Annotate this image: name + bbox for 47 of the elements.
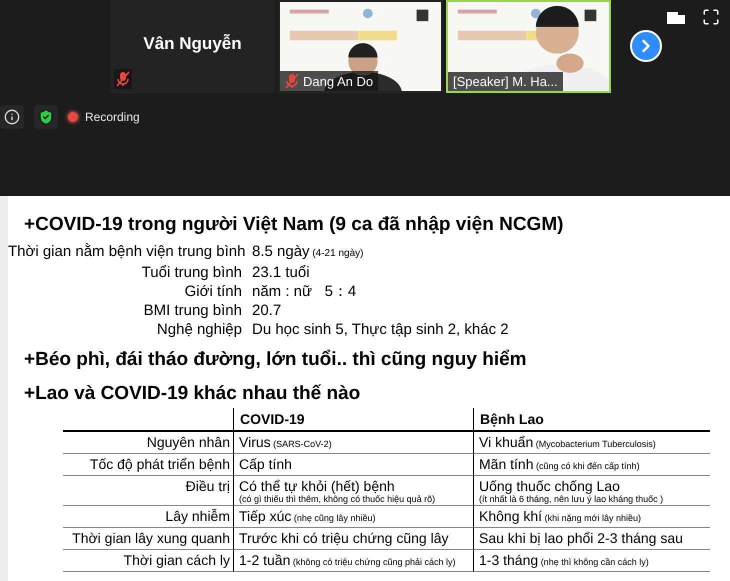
table-cell: Uống thuốc chống Lao (ít nhất là 6 tháng, nên lưu ý lao kháng thuốc ): [473, 476, 710, 506]
recording-label: Recording: [85, 110, 140, 124]
table-cell: 1-3 tháng (nhẹ thì không cần cách ly): [473, 550, 710, 572]
table-cell: Vi khuẩn (Mycobacterium Tuberculosis): [473, 432, 710, 454]
participant-name: [Speaker] M. Ha...: [453, 74, 558, 89]
muted-mic-icon: [116, 71, 130, 87]
row-label: Điều trị: [63, 476, 233, 506]
fullscreen-icon[interactable]: [702, 8, 720, 26]
row-label: Tốc độ phát triển bệnh: [63, 454, 233, 476]
muted-mic-icon: [285, 73, 299, 89]
next-page-button[interactable]: [630, 30, 662, 62]
stat-value: Du học sinh 5, Thực tập sinh 2, khác 2: [252, 320, 510, 339]
row-label: Nguyên nhân: [63, 432, 233, 454]
stat-label: Thời gian nằm bệnh viện trung bình: [8, 242, 242, 262]
table-cell: Có thể tự khỏi (hết) bệnh (có gì thiếu thì thêm, không có thuốc hiệu quả rõ): [233, 476, 473, 506]
table-cell: Trước khi có triệu chứng cũng lây: [233, 528, 473, 550]
table-cell: Tiếp xúc (nhẹ cũng lây nhiều): [233, 506, 473, 528]
security-shield-button[interactable]: [34, 105, 58, 129]
row-label: Thời gian lây xung quanh: [63, 528, 233, 550]
slide-heading: +Béo phì, đái tháo đường, lớn tuổi.. thì cũng nguy hiểm: [24, 349, 528, 371]
info-button[interactable]: [0, 105, 24, 129]
table-cell: Mãn tính (cũng có khi đến cấp tính): [473, 454, 710, 476]
slide-heading: +Lao và COVID-19 khác nhau thế nào: [24, 383, 362, 405]
video-tile[interactable]: [Speaker] M. Ha...: [446, 0, 611, 93]
stat-value: 23.1 tuổi: [252, 263, 311, 282]
stat-label: Nghệ nghiệp: [156, 320, 242, 339]
row-label: Thời gian cách ly: [63, 550, 233, 572]
row-label: Lây nhiễm: [63, 506, 233, 528]
table-cell: Không khí (khi nặng mới lây nhiều): [473, 506, 710, 528]
stat-label: Tuổi trung bình: [140, 263, 242, 282]
speaker-view-icon[interactable]: [666, 9, 686, 25]
stat-value: 20.7: [252, 301, 282, 320]
table-cell: 1-2 tuần (không có triệu chứng cũng phải cách ly): [233, 550, 473, 572]
stat-value: năm : nữ 5：4: [252, 282, 358, 301]
video-tile[interactable]: Vân Nguyễn: [110, 0, 275, 93]
column-header: Bệnh Lao: [473, 408, 710, 432]
table-cell: Cấp tính: [233, 454, 473, 476]
participant-name: Dang An Do: [303, 74, 374, 88]
table-cell: Virus (SARS-CoV-2): [233, 432, 473, 454]
participant-name: Vân Nguyễn: [142, 34, 243, 54]
column-header: COVID-19: [233, 408, 473, 432]
stat-label: Giới tính: [184, 282, 242, 301]
stat-label: BMI trung bình: [142, 301, 242, 320]
slide-heading: +COVID-19 trong người Việt Nam (9 ca đã nhập viện NCGM): [24, 214, 564, 236]
table-cell: Sau khi bị lao phổi 2-3 tháng sau: [473, 528, 710, 550]
stat-value: 8.5 ngày (4-21 ngày): [252, 242, 364, 262]
video-tile[interactable]: Dang An Do: [278, 0, 443, 93]
